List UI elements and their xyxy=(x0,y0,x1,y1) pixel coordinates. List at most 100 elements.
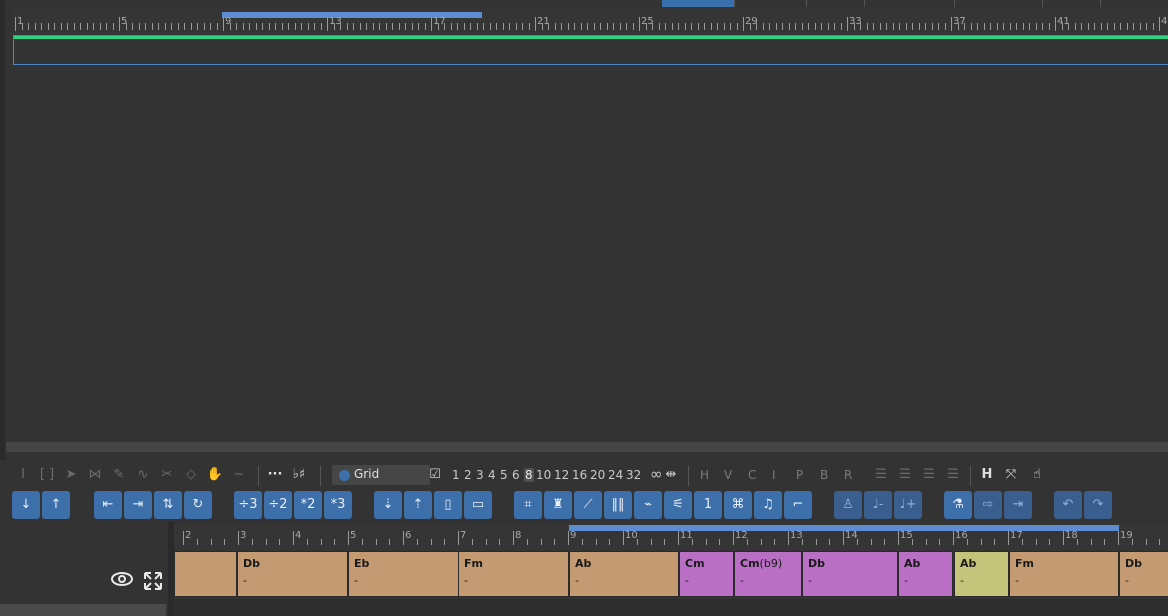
checkbox-icon[interactable]: ☑ xyxy=(426,467,444,483)
collapse-icon[interactable]: ⇹ xyxy=(662,467,680,483)
toggle-v[interactable]: V xyxy=(724,468,732,482)
crop-button[interactable]: ⌗ xyxy=(514,491,542,519)
toggle-i[interactable]: I xyxy=(772,468,776,482)
snap-value-20[interactable]: 20 xyxy=(590,468,605,482)
swap-vertical-button[interactable]: ⇅ xyxy=(154,491,182,519)
divide-3-button[interactable]: ÷3 xyxy=(234,491,262,519)
note-plus-button[interactable]: ♩+ xyxy=(894,491,922,519)
tab-3[interactable] xyxy=(806,0,865,7)
snap-value-5[interactable]: 5 xyxy=(500,468,508,482)
flask-button[interactable]: ⚗ xyxy=(944,491,972,519)
pedal-button[interactable]: ⌁ xyxy=(634,491,662,519)
sort-down-button[interactable]: ⇣ xyxy=(374,491,402,519)
chord-block[interactable]: Eb - xyxy=(348,551,459,597)
snap-value-24[interactable]: 24 xyxy=(608,468,623,482)
snap-value-6[interactable]: 6 xyxy=(512,468,520,482)
toggle-h[interactable]: H xyxy=(700,468,709,482)
pencil-icon[interactable]: ✎ xyxy=(110,467,128,483)
grid-select[interactable]: Grid xyxy=(332,465,430,485)
tab-2[interactable] xyxy=(734,0,807,7)
strum-button[interactable]: ⚟ xyxy=(664,491,692,519)
one-button[interactable]: 1 xyxy=(694,491,722,519)
multiply-3-button[interactable]: *3 xyxy=(324,491,352,519)
mute-pedal-button[interactable]: ⟋ xyxy=(574,491,602,519)
chord-block[interactable]: Db - xyxy=(802,551,898,597)
stairs-button[interactable]: ⌐ xyxy=(784,491,812,519)
chord-block[interactable]: Db - xyxy=(237,551,348,597)
export-button[interactable]: ⇨ xyxy=(974,491,1002,519)
snap-value-8[interactable]: 8 xyxy=(524,468,534,482)
stamp-button[interactable]: ♜ xyxy=(544,491,572,519)
infinity-snap[interactable]: ∞ xyxy=(650,465,663,483)
toggle-r[interactable]: R xyxy=(844,468,852,482)
tab-6[interactable] xyxy=(1042,0,1101,7)
curve-icon[interactable]: ∼ xyxy=(230,467,248,483)
sort-up-button[interactable]: ⇡ xyxy=(404,491,432,519)
jump-right-button[interactable]: ⇥ xyxy=(124,491,152,519)
chord-block[interactable]: Ab - xyxy=(954,551,1009,597)
chord-block[interactable]: Fm - xyxy=(458,551,569,597)
toggle-p[interactable]: P xyxy=(796,468,803,482)
chord-loop-range[interactable] xyxy=(569,525,1119,531)
pointer-icon[interactable]: ➤ xyxy=(62,467,80,483)
refresh-button[interactable]: ↻ xyxy=(184,491,212,519)
move-up-button[interactable]: ↑ xyxy=(42,491,70,519)
brush-icon[interactable]: ∿ xyxy=(134,467,152,483)
ruler-vertical-button[interactable]: ▯ xyxy=(434,491,462,519)
undo-button[interactable]: ↶ xyxy=(1054,491,1082,519)
chord-block[interactable]: Ab - xyxy=(898,551,953,597)
tab-notation-button[interactable]: ⌘ xyxy=(724,491,752,519)
track-lane[interactable] xyxy=(13,35,1168,65)
outdent-icon[interactable]: ☰ xyxy=(920,467,938,483)
redo-button[interactable]: ↷ xyxy=(1084,491,1112,519)
node-edit-icon[interactable]: ⋈ xyxy=(86,467,104,483)
bars-button[interactable]: ‖‖ xyxy=(604,491,632,519)
tab-7[interactable] xyxy=(1100,0,1168,7)
snap-value-16[interactable]: 16 xyxy=(572,468,587,482)
eraser-icon[interactable]: ◇ xyxy=(182,467,200,483)
move-down-button[interactable]: ↓ xyxy=(12,491,40,519)
snap-value-4[interactable]: 4 xyxy=(488,468,496,482)
chord-block[interactable]: Ab - xyxy=(569,551,679,597)
scissors-icon[interactable]: ✂ xyxy=(158,467,176,483)
snap-value-3[interactable]: 3 xyxy=(476,468,484,482)
chord-block[interactable]: Cm - xyxy=(679,551,734,597)
hand-pointer-icon[interactable]: ☝ xyxy=(1028,467,1046,483)
snap-value-1[interactable]: 1 xyxy=(452,468,460,482)
tab-active[interactable] xyxy=(662,0,734,7)
multiply-2-button[interactable]: *2 xyxy=(294,491,322,519)
clear-format-icon[interactable]: ☰ xyxy=(944,467,962,483)
tab-4[interactable] xyxy=(864,0,955,7)
glass-button[interactable]: ♙ xyxy=(834,491,862,519)
jump-left-button[interactable]: ⇤ xyxy=(94,491,122,519)
eye-icon[interactable] xyxy=(110,570,134,588)
divide-2-button[interactable]: ÷2 xyxy=(264,491,292,519)
indent-icon[interactable]: ☰ xyxy=(896,467,914,483)
timeline-ruler[interactable] xyxy=(12,8,1168,34)
guitar-button[interactable]: ♫ xyxy=(754,491,782,519)
chord-block[interactable]: Db - xyxy=(1119,551,1168,597)
snap-value-12[interactable]: 12 xyxy=(554,468,569,482)
text-cursor-icon[interactable]: I xyxy=(14,467,32,483)
snap-value-2[interactable]: 2 xyxy=(464,468,472,482)
toggle-b[interactable]: B xyxy=(820,468,828,482)
fit-icon[interactable]: ⤧ xyxy=(1002,467,1020,483)
align-list-icon[interactable]: ☰ xyxy=(872,467,890,483)
flat-sharp-icon[interactable]: ♭♯ xyxy=(290,467,308,483)
tab-5[interactable] xyxy=(954,0,1043,7)
hand-mute-icon[interactable]: ✋ xyxy=(206,467,224,483)
snap-value-32[interactable]: 32 xyxy=(626,468,641,482)
chord-block[interactable]: Cm(b9) - xyxy=(734,551,802,597)
horizontal-scrollbar[interactable] xyxy=(6,442,1168,452)
snap-value-10[interactable]: 10 xyxy=(536,468,551,482)
ruler-horizontal-button[interactable]: ▭ xyxy=(464,491,492,519)
h-icon[interactable]: H xyxy=(978,467,996,483)
toggle-c[interactable]: C xyxy=(748,468,756,482)
chord-block[interactable]: Fm - xyxy=(1009,551,1119,597)
expand-icon[interactable] xyxy=(143,571,163,591)
import-button[interactable]: ⇥ xyxy=(1004,491,1032,519)
selection-bracket-icon[interactable]: [ ] xyxy=(38,467,56,483)
note-minus-button[interactable]: ♩- xyxy=(864,491,892,519)
dotted-note-icon[interactable]: ··· xyxy=(266,467,284,483)
chord-block[interactable] xyxy=(174,551,237,597)
